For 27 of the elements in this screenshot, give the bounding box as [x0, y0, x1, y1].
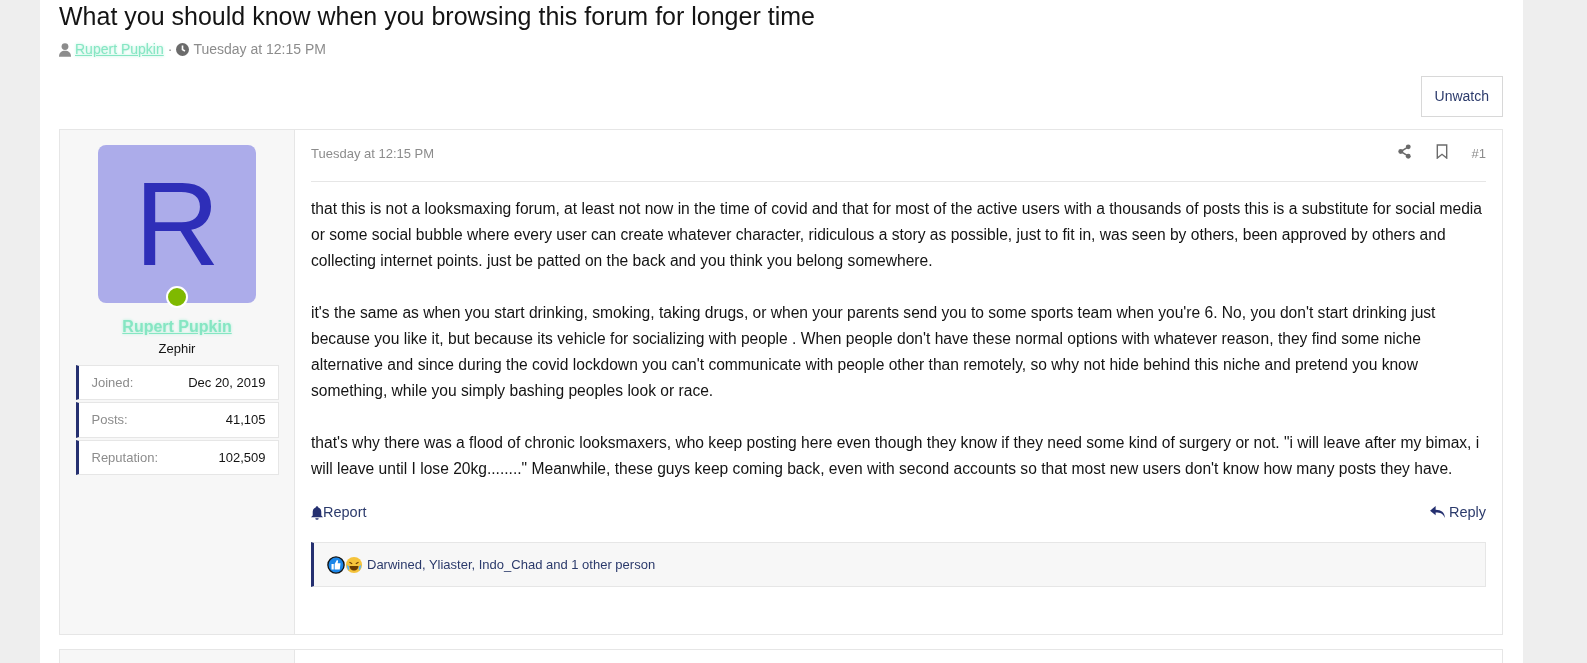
report-link[interactable]: Report: [311, 502, 367, 524]
clock-icon: [176, 43, 190, 56]
stat-label: Posts:: [91, 411, 128, 429]
laughing-crying-emoji-icon: [345, 555, 363, 574]
stat-value: 102,509: [218, 448, 266, 467]
thread-date: Tuesday at 12:15 PM: [193, 40, 326, 59]
post-paragraph: that's why there was a flood of chronic looksmaxers, who keep posting here even though they know if they need some kind of surgery or not. "i will leave after my bimax, i will leave until I lose 20kg........" Meanwhile, these guys keep coming back, even with second accounts so that most new users don't know how many posts they have.: [311, 433, 1481, 479]
reply-link[interactable]: Reply: [1429, 502, 1486, 524]
reactions-text: Darwined, Yliaster, Indo_Chad and 1 other person: [367, 555, 656, 574]
share-icon: [1396, 144, 1412, 159]
post-paragraph: it's the same as when you start drinking, smoking, taking drugs, or when your parents send you to some sports team when you're 6. No, you don't start drinking just because you like it, but because its vehicle for socializing with people . When people don't have these normal options with whatever reason, they find some niche alternative and since during the covid lockdown you can't communicate with people other than remotely, so why not hide behind this niche and pretend you know something, while you simply bashing peoples look or race.: [311, 303, 1437, 401]
thread-title: What you should know when you browsing this forum for longer time: [59, 1, 816, 31]
reply-arrow-icon: [1429, 506, 1445, 520]
stat-label: Joined:: [91, 373, 134, 392]
stat-value: Dec 20, 2019: [188, 373, 266, 392]
bell-icon: [311, 505, 323, 520]
bookmark-icon: [1435, 144, 1448, 159]
post-paragraph: that this is not a looksmaxing forum, at least not now in the time of covid and that for most of the active users with a thousands of posts this is a substitute for social media or some social bubble where every user can create whatever character, ridiculous a story as possible, just to fit in, was seen by others, been approved by others and collecting internet points. just be patted on the back and you think you belong somewhere.: [311, 199, 1483, 271]
separator: ·: [167, 40, 173, 59]
user-icon: [59, 42, 71, 57]
thumbs-up-icon: [327, 555, 345, 574]
post-date: Tuesday at 12:15 PM: [311, 145, 435, 163]
unwatch-button[interactable]: Unwatch: [1420, 76, 1503, 117]
user-title: Zephir: [158, 340, 196, 358]
stat-label: Reputation:: [91, 448, 158, 467]
avatar: R: [98, 145, 256, 303]
stat-value: 41,105: [225, 411, 266, 429]
